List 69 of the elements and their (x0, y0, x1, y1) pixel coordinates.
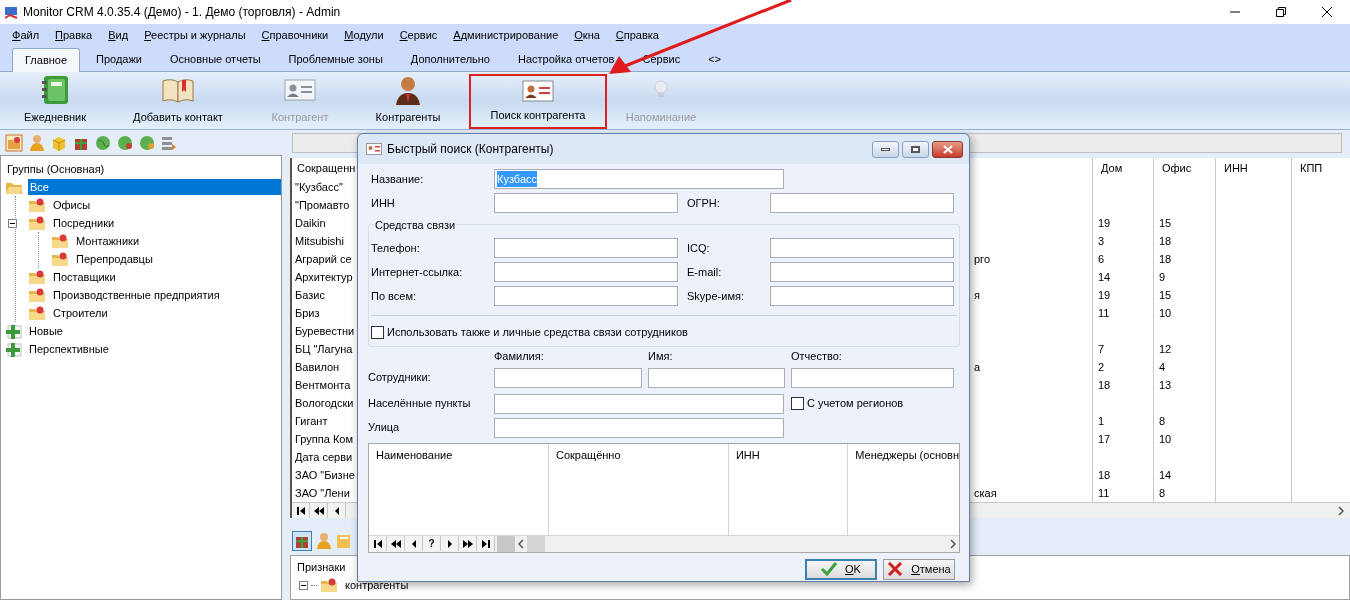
table-cell: 12 (1159, 343, 1172, 355)
table-cell: "Кузбасс" (295, 180, 343, 193)
window-title: Monitor CRM 4.0.35.4 (Демо) - 1. Демо (торговля) - Admin (23, 4, 341, 21)
table-cell: 3 (1098, 235, 1105, 247)
field-label: Населённые пункты (368, 396, 472, 412)
field-label: Интернет-ссылка: (370, 264, 464, 280)
field-label: ICQ: (687, 240, 711, 256)
panel-title: Признаки (297, 560, 346, 575)
table-cell: 1 (1098, 415, 1105, 427)
table-cell: я (974, 288, 980, 301)
table-cell: 4 (1159, 361, 1166, 373)
field-label: Сотрудники: (368, 370, 432, 386)
table-cell: 2 (1098, 361, 1105, 373)
table-cell: 6 (1098, 253, 1105, 265)
table-cell: Аграрий се (295, 252, 352, 265)
table-cell: "Промавто (295, 198, 350, 211)
field-label: E-mail: (687, 264, 723, 280)
table-cell: ЗАО "Лени (295, 486, 350, 499)
table-cell: Дата серви (295, 450, 353, 463)
checkbox-label: С учетом регионов (807, 396, 904, 412)
table-cell: Mitsubishi (295, 234, 344, 247)
dialog-title: Быстрый поиск (Контрагенты) (387, 141, 554, 158)
table-cell: 18 (1098, 469, 1111, 481)
field-label: Улица (368, 420, 401, 436)
table-cell: 17 (1098, 433, 1111, 445)
table-cell: ская (974, 486, 997, 499)
table-cell: БЦ "Лагуна (295, 342, 353, 355)
field-label: Skype-имя: (687, 288, 745, 304)
table-cell: 7 (1098, 343, 1105, 355)
table-cell: 15 (1159, 217, 1172, 229)
table-cell: 10 (1159, 433, 1172, 445)
table-cell: рго (974, 252, 990, 265)
table-cell: 18 (1098, 379, 1111, 391)
field-label: По всем: (370, 288, 418, 304)
table-cell: Группа Ком (295, 432, 353, 445)
field-label: ИНН (370, 195, 396, 211)
field-label: Телефон: (370, 240, 421, 256)
table-cell: 11 (1098, 487, 1110, 499)
table-cell: Вентмонта (295, 378, 351, 391)
panel-title: Группы (Основная) (6, 162, 106, 177)
table-cell: Гигант (295, 414, 328, 427)
table-cell: Архитектур (295, 270, 353, 283)
table-cell: 11 (1098, 307, 1110, 319)
table-cell: 14 (1159, 469, 1172, 481)
table-cell: ЗАО "Бизне (295, 468, 355, 481)
table-cell: Бриз (295, 306, 320, 319)
checkbox-label: Использовать также и личные средства связи сотрудников (387, 325, 688, 340)
table-cell: 18 (1159, 235, 1172, 247)
column-caption: Имя: (648, 349, 674, 364)
table-cell: 15 (1159, 289, 1172, 301)
table-cell: 8 (1159, 415, 1166, 427)
table-cell: 8 (1159, 487, 1166, 499)
table-cell: Базис (295, 288, 325, 301)
table-cell: 18 (1159, 253, 1172, 265)
table-cell: Буревестни (295, 324, 355, 337)
table-cell: 14 (1098, 271, 1111, 283)
table-cell: Вологодски (295, 396, 354, 409)
table-cell: а (974, 360, 981, 373)
table-cell: Вавилон (295, 360, 340, 373)
field-label: Название: (370, 171, 425, 187)
column-caption: Отчество: (791, 349, 843, 364)
table-cell: 19 (1098, 289, 1111, 301)
table-cell: 10 (1159, 307, 1172, 319)
table-cell: Daikin (295, 216, 326, 229)
table-cell: 13 (1159, 379, 1172, 391)
column-caption: Фамилия: (494, 349, 545, 364)
field-label: ОГРН: (687, 195, 721, 211)
table-cell: 19 (1098, 217, 1111, 229)
table-cell: 9 (1159, 271, 1166, 283)
